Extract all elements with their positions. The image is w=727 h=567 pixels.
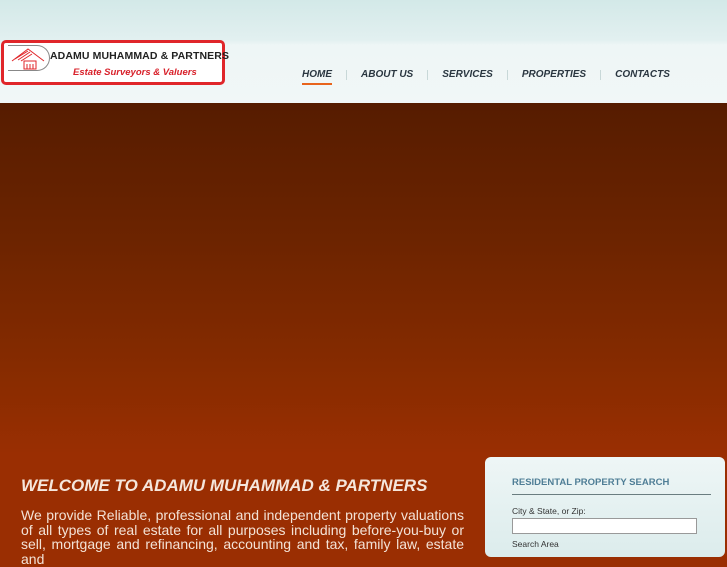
welcome-heading: WELCOME TO ADAMU MUHAMMAD & PARTNERS — [21, 476, 428, 495]
search-title: RESIDENTAL PROPERTY SEARCH — [512, 477, 670, 488]
property-search-panel: RESIDENTAL PROPERTY SEARCH City & State,… — [485, 457, 725, 557]
nav-divider — [600, 69, 602, 80]
logo[interactable]: ADAMU MUHAMMAD & PARTNERS Estate Surveyo… — [1, 40, 229, 85]
nav-services[interactable]: SERVICES — [435, 69, 500, 80]
logo-tagline: Estate Surveyors & Valuers — [73, 67, 197, 78]
city-input[interactable] — [512, 518, 697, 534]
nav-divider — [427, 69, 429, 80]
nav-home[interactable]: HOME — [295, 69, 339, 85]
main-nav: HOME ABOUT US SERVICES PROPERTIES CONTAC… — [295, 69, 677, 85]
search-area-label: Search Area — [512, 539, 559, 549]
house-logo-icon — [8, 45, 50, 71]
nav-divider — [346, 69, 347, 80]
nav-divider — [506, 69, 508, 80]
nav-properties[interactable]: PROPERTIES — [515, 69, 593, 80]
nav-contacts[interactable]: CONTACTS — [608, 69, 677, 80]
intro-text: We provide Reliable, professional and in… — [21, 507, 464, 567]
nav-about-us[interactable]: ABOUT US — [354, 69, 420, 80]
city-label: City & State, or Zip: — [512, 506, 586, 516]
hero-banner — [0, 103, 727, 455]
header: ADAMU MUHAMMAD & PARTNERS Estate Surveyo… — [0, 0, 727, 103]
logo-name: ADAMU MUHAMMAD & PARTNERS — [50, 50, 230, 62]
divider — [512, 494, 711, 495]
